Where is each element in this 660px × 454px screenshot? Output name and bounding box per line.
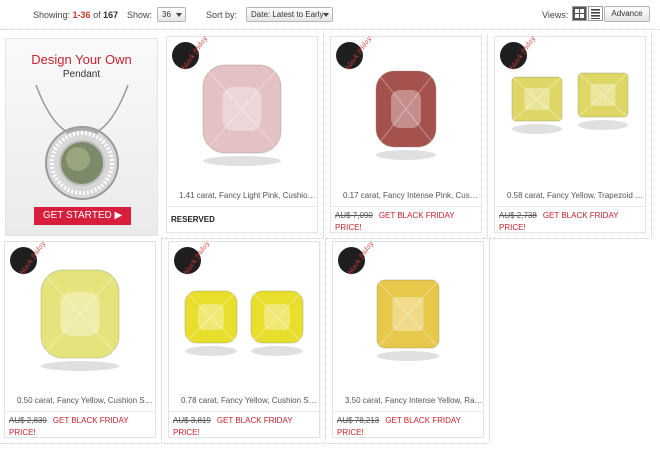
- product-price: AU$ 2,839 GET BLACK FRIDAY PRICE!: [5, 411, 155, 439]
- grid-icon: [575, 9, 584, 18]
- product-card[interactable]: black friday 3.50 carat, Fancy Intense Y…: [332, 240, 484, 439]
- old-price: AU$ 7,090: [335, 211, 373, 220]
- black-friday-badge: black friday: [174, 240, 211, 276]
- results-range: 1-36: [72, 10, 91, 20]
- black-friday-badge: black friday: [172, 35, 209, 71]
- grid-view-button[interactable]: [572, 6, 587, 21]
- product-title[interactable]: 0.58 carat, Fancy Yellow, Trapezoid S...: [495, 189, 645, 203]
- list-view-button[interactable]: [588, 6, 603, 21]
- per-page-select[interactable]: 36: [157, 7, 186, 22]
- show-label: Show:: [127, 10, 153, 20]
- black-friday-badge: black friday: [338, 240, 375, 276]
- product-price: AU$ 2,738 GET BLACK FRIDAY PRICE!: [495, 206, 645, 234]
- product-card[interactable]: black friday 0.50 carat, Fancy Yellow, C…: [4, 240, 156, 439]
- sort-select[interactable]: Date: Latest to Early: [246, 7, 333, 22]
- results-count: Showing: 1-36 of 167: [33, 10, 118, 20]
- product-cell: black friday 0.78 carat, Fancy Yellow, C…: [164, 239, 326, 444]
- product-cell: black friday 3.50 carat, Fancy Intense Y…: [328, 239, 490, 444]
- product-title[interactable]: 1.41 carat, Fancy Light Pink, Cushion ..…: [167, 189, 317, 203]
- views-label: Views:: [542, 10, 569, 20]
- promo-subtitle: Pendant: [62, 69, 101, 80]
- product-card[interactable]: black friday 1.41 carat, Fancy Light Pin…: [166, 35, 318, 234]
- product-price: AU$ 3,819 GET BLACK FRIDAY PRICE!: [169, 411, 319, 439]
- list-icon: [591, 9, 600, 19]
- get-started-button[interactable]: GET STARTED ▶: [34, 207, 131, 225]
- promo-title: Design Your Own: [31, 52, 132, 67]
- product-price: AU$ 7,090 GET BLACK FRIDAY PRICE!: [331, 206, 481, 234]
- product-cell: black friday 0.17 carat, Fancy Intense P…: [326, 34, 488, 239]
- product-price: AU$ 78,213 GET BLACK FRIDAY PRICE!: [333, 411, 483, 439]
- product-price: RESERVED: [167, 206, 317, 234]
- old-price: AU$ 3,819: [173, 416, 211, 425]
- old-price: AU$ 78,213: [337, 416, 380, 425]
- product-cell: black friday 0.58 carat, Fancy Yellow, T…: [490, 34, 652, 239]
- black-friday-badge: black friday: [10, 240, 47, 276]
- advance-button[interactable]: Advance: [604, 6, 650, 22]
- results-total: 167: [103, 10, 119, 20]
- black-friday-badge: black friday: [336, 35, 373, 71]
- showing-label: Showing:: [33, 10, 71, 20]
- product-title[interactable]: 0.78 carat, Fancy Yellow, Cushion Sh...: [169, 394, 319, 408]
- product-cell: black friday 1.41 carat, Fancy Light Pin…: [162, 34, 324, 239]
- product-title[interactable]: 0.50 carat, Fancy Yellow, Cushion Sh...: [5, 394, 155, 408]
- product-card[interactable]: black friday 0.78 carat, Fancy Yellow, C…: [168, 240, 320, 439]
- sort-label: Sort by:: [206, 10, 238, 20]
- reserved-label: RESERVED: [171, 215, 215, 224]
- product-cell: black friday 0.50 carat, Fancy Yellow, C…: [0, 239, 162, 444]
- chevron-down-icon: [176, 13, 182, 17]
- product-title[interactable]: 3.50 carat, Fancy Intense Yellow, Rad...: [333, 394, 483, 408]
- product-title[interactable]: 0.17 carat, Fancy Intense Pink, Cushi...: [331, 189, 481, 203]
- pendant-image: [35, 85, 129, 200]
- sort-value: Date: Latest to Early: [251, 10, 324, 19]
- results-toolbar: Showing: 1-36 of 167 Show: 36 Sort by: D…: [0, 0, 660, 30]
- product-card[interactable]: black friday 0.17 carat, Fancy Intense P…: [330, 35, 482, 234]
- product-card[interactable]: black friday 0.58 carat, Fancy Yellow, T…: [494, 35, 646, 234]
- old-price: AU$ 2,839: [9, 416, 47, 425]
- black-friday-badge: black friday: [500, 35, 537, 71]
- chevron-down-icon: [323, 13, 329, 17]
- old-price: AU$ 2,738: [499, 211, 537, 220]
- of-label: of: [93, 10, 101, 20]
- per-page-value: 36: [162, 10, 171, 19]
- design-pendant-promo[interactable]: Design Your Own Pendant GET STARTED ▶: [5, 38, 158, 236]
